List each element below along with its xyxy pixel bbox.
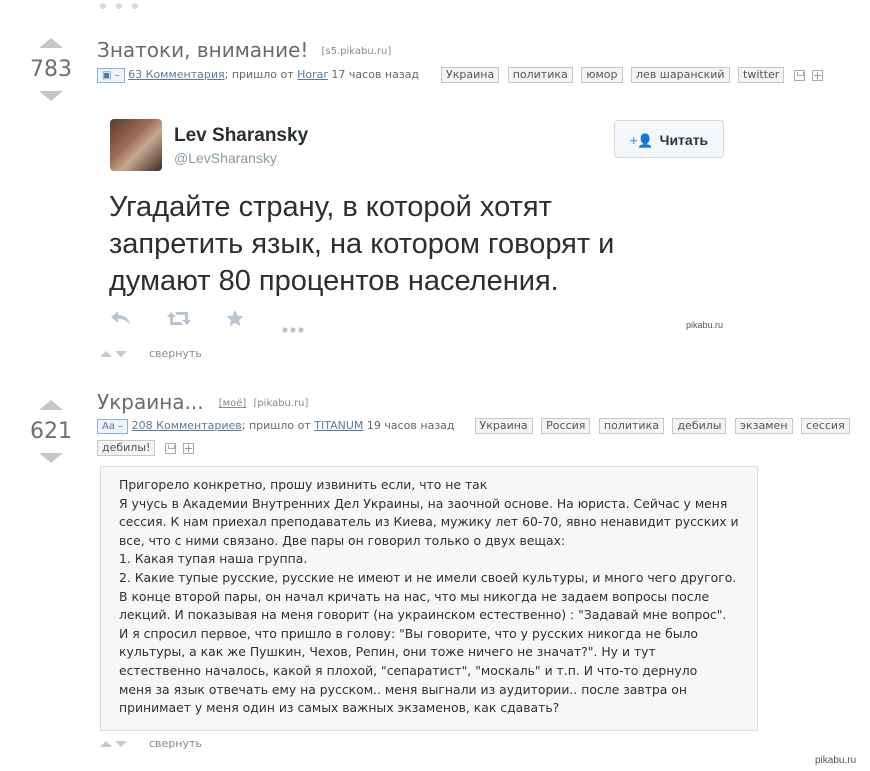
previous-post-stub [100,0,190,9]
watermark: pikabu.ru [815,755,857,766]
collapse-up-icon[interactable] [100,741,112,747]
plus-icon[interactable] [183,442,195,454]
tweet-author-name[interactable]: Lev Sharansky [174,125,308,147]
post-1-score: 783 [30,57,72,82]
vote-down-icon[interactable] [39,91,63,101]
post-2-comments-link[interactable]: 208 Комментариев [132,419,242,432]
collapse-down-icon[interactable] [115,741,127,747]
post-1-from-text: ; пришло от [224,68,298,81]
story-line: Пригорело конкретно, прошу извинить если… [119,477,488,492]
tweet-line: Угадайте страну, в которой хотят [109,191,552,223]
vote-up-icon[interactable] [39,400,63,410]
post-1-collapse[interactable]: свернуть [100,347,202,360]
post-2-author-link[interactable]: TITANUM [314,419,363,432]
plus-icon[interactable] [812,69,824,81]
collapse-label[interactable]: свернуть [149,737,202,750]
tag[interactable]: дебилы [672,418,727,434]
post-1-title[interactable]: Знатоки, внимание! [97,38,308,62]
post-2-title[interactable]: Украина... [97,390,204,414]
story-line: меня за язык отвечать ему на русском.. м… [119,681,687,697]
collapse-down-icon[interactable] [115,351,127,357]
tweet-line: запретить язык, на котором говорят и [109,228,615,260]
tag[interactable]: сессия [801,418,850,434]
tag[interactable]: политика [598,418,664,434]
story-text-box: Пригорело конкретно, прошу извинить если… [100,466,758,731]
tweet-author-handle[interactable]: @LevSharansky [174,150,277,166]
tag[interactable]: политика [507,67,573,83]
post-1-type-badge[interactable]: ▣ – [97,67,125,83]
story-line: лекций. И показывая на меня говорит (на … [119,607,727,623]
post-2-title-row: Украина... [моё] [pikabu.ru] [97,390,308,414]
post-2-from-text: ; пришло от [241,419,315,432]
post-1-time: 17 часов назад [331,68,420,81]
post-2-meta-row2: дебилы! [92,440,195,456]
post-1-author-link[interactable]: Horar [297,68,328,81]
follow-label: Читать [659,132,709,148]
tag[interactable]: Украина [441,67,500,83]
story-line: культуры, а как же Пушкин, Чехов, Репин,… [119,644,656,660]
tag[interactable]: лев шаранский [631,67,730,83]
story-line: все, что с ними связано. Две пары он гов… [119,532,566,548]
follow-button[interactable]: +👤 Читать [614,120,724,158]
add-user-icon: +👤 [629,133,654,148]
post-1-vote: 783 [21,38,81,101]
post-2-source-mine[interactable]: [моё] [219,398,247,409]
post-1-source[interactable]: [s5.pikabu.ru] [322,46,392,57]
tag[interactable]: экзамен [734,418,793,434]
tweet-line: думают 80 процентов населения. [109,265,559,297]
post-2-type-badge[interactable]: Aa – [97,418,129,434]
save-icon[interactable] [793,69,805,81]
story-line: В конце второй пары, он начал кричать на… [119,588,710,604]
tag[interactable]: юмор [581,67,623,83]
collapse-up-icon[interactable] [100,351,112,357]
post-1-comments-link[interactable]: 63 Комментария [128,68,225,81]
story-line: Я учусь в Академии Внутренних Дел Украин… [119,495,728,511]
post-2-time: 19 часов назад [366,419,455,432]
post-2-source[interactable]: [pikabu.ru] [253,398,308,409]
post-1-title-row: Знатоки, внимание! [s5.pikabu.ru] [97,38,391,62]
post-1-meta: ▣ – 63 Комментария; пришло от Horar 17 ч… [97,67,824,83]
post-2-meta: Aa – 208 Комментариев; пришло от TITANUM… [97,418,850,434]
story-line: 1. Какая тупая наша группа. [119,551,308,567]
tweet-text: Угадайте страну, в которой хотят запрети… [109,189,709,300]
story-line: принимает у меня один из самых важных эк… [119,700,560,716]
story-line: сессия. К нам приехал преподаватель из К… [119,514,739,530]
vote-up-icon[interactable] [39,38,63,48]
reply-icon[interactable] [110,310,132,331]
star-icon[interactable] [226,310,244,332]
story-line: И я спросил первое, что пришло в голову:… [119,625,698,641]
tag[interactable]: дебилы! [97,440,156,456]
story-line: естественно началось, какой я плохой, "с… [119,662,698,678]
tweet-avatar[interactable] [110,119,162,171]
post-2-vote: 621 [21,400,81,463]
more-icon[interactable] [282,318,304,338]
tag[interactable]: Россия [541,418,591,434]
story-line: 2. Какие тупые русские, русские не имеют… [119,569,737,585]
save-icon[interactable] [164,442,176,454]
watermark: pikabu.ru [686,320,724,330]
collapse-label[interactable]: свернуть [149,347,202,360]
post-2-score: 621 [30,419,72,444]
tag[interactable]: Украина [474,418,533,434]
post-2-collapse[interactable]: свернуть [100,737,202,750]
tag[interactable]: twitter [738,67,785,83]
vote-down-icon[interactable] [39,453,63,463]
retweet-icon[interactable] [166,311,192,331]
